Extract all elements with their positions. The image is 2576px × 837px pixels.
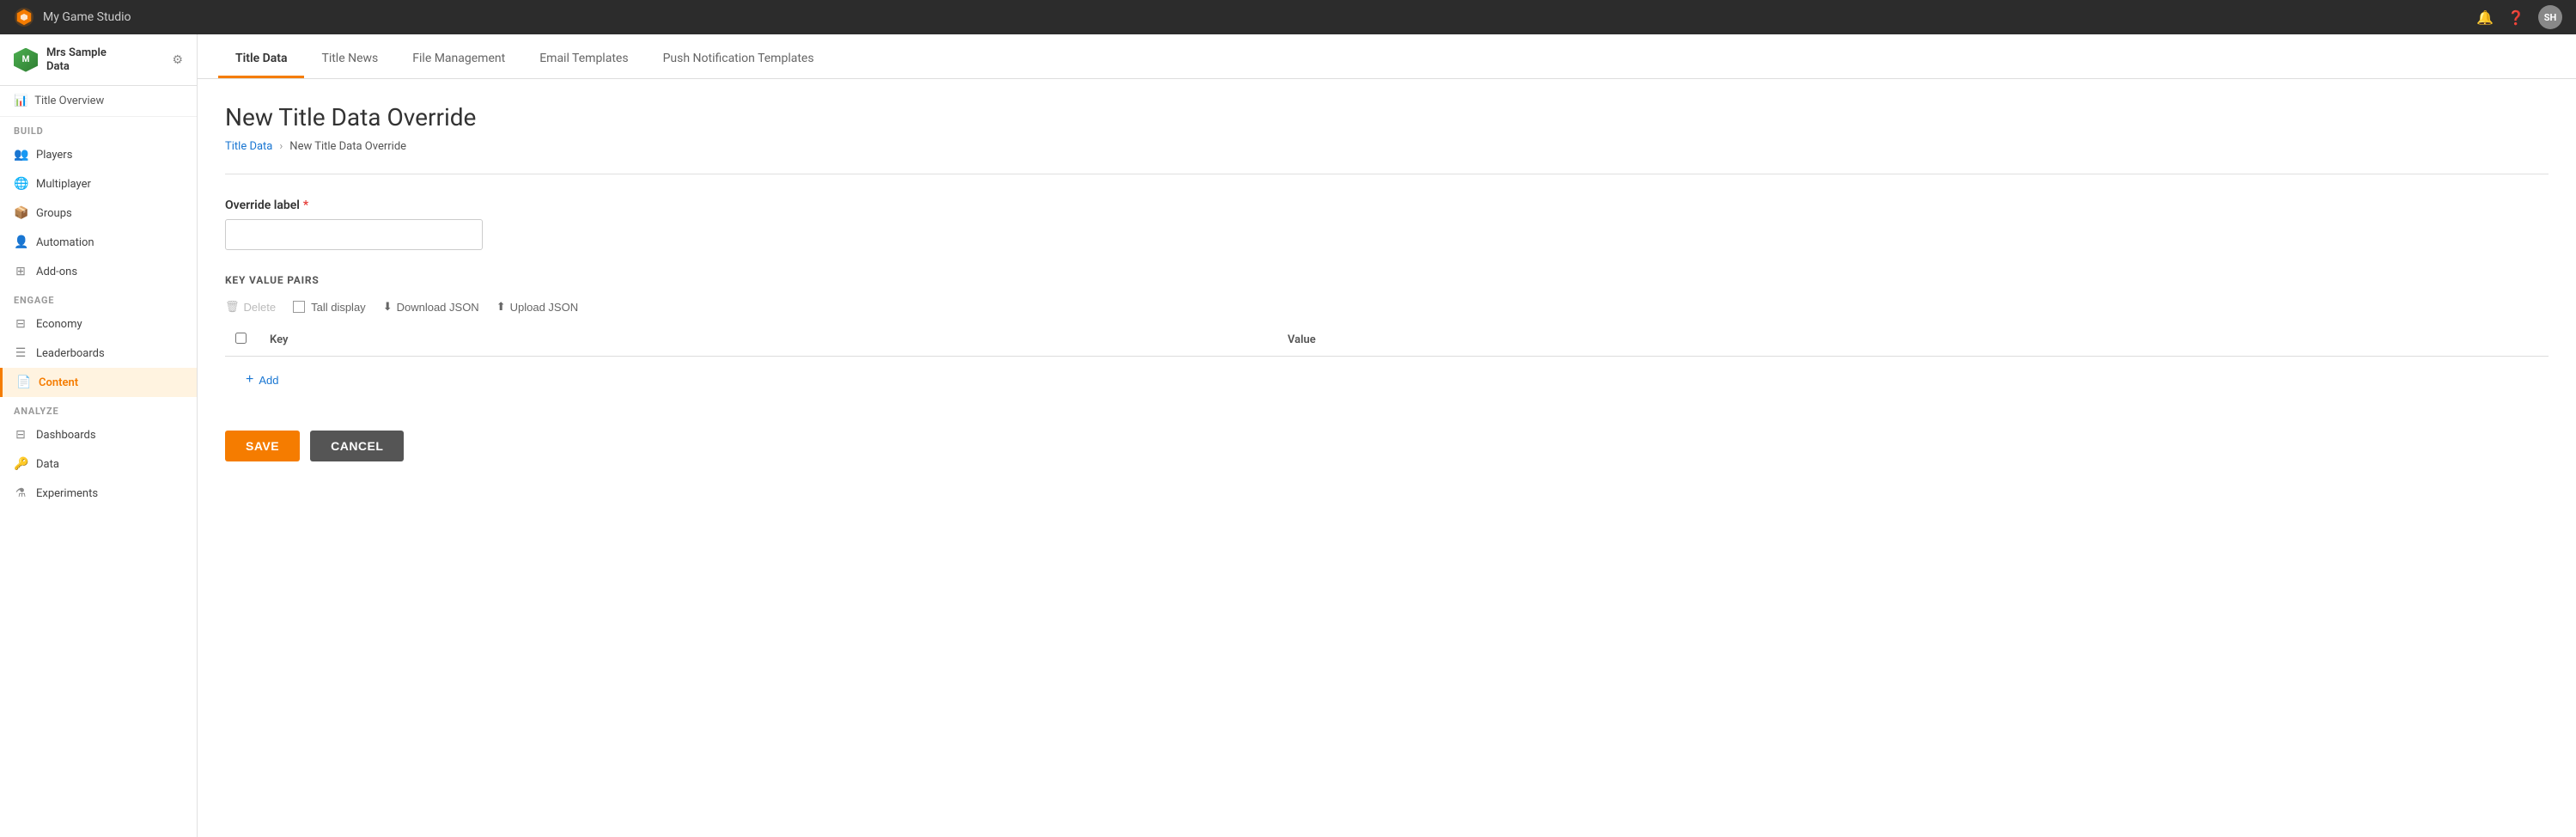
sidebar-settings-icon[interactable]: ⚙ xyxy=(172,53,183,67)
main-content: Title Data Title News File Management Em… xyxy=(198,34,2576,837)
breadcrumb: Title Data › New Title Data Override xyxy=(225,140,2549,153)
sidebar: M Mrs Sample Data ⚙ 📊 Title Overview BUI… xyxy=(0,34,198,837)
sidebar-item-multiplayer[interactable]: 🌐 Multiplayer xyxy=(0,169,197,199)
leaderboards-icon: ☰ xyxy=(14,346,27,360)
breadcrumb-separator: › xyxy=(279,140,283,153)
tab-file-management[interactable]: File Management xyxy=(395,40,522,78)
kv-select-all-checkbox[interactable] xyxy=(235,333,247,344)
sidebar-item-data[interactable]: 🔑 Data xyxy=(0,449,197,479)
cancel-button[interactable]: CANCEL xyxy=(310,431,404,461)
app-title: My Game Studio xyxy=(43,10,131,24)
top-bar: My Game Studio 🔔 ❓ SH xyxy=(0,0,2576,34)
players-icon: 👥 xyxy=(14,148,27,162)
override-label-label: Override label * xyxy=(225,199,2549,212)
sidebar-item-dashboards[interactable]: ⊟ Dashboards xyxy=(0,420,197,449)
sidebar-section-engage: ENGAGE xyxy=(0,286,197,309)
kv-table: Key Value + Add xyxy=(225,324,2549,403)
sidebar-section-build: BUILD xyxy=(0,117,197,140)
sidebar-item-experiments[interactable]: ⚗ Experiments xyxy=(0,479,197,508)
delete-icon: 🗑 xyxy=(225,300,240,314)
kv-col-value: Value xyxy=(1277,324,2549,357)
breadcrumb-parent-link[interactable]: Title Data xyxy=(225,140,272,153)
tab-email-templates[interactable]: Email Templates xyxy=(522,40,645,78)
download-icon: ⬇ xyxy=(383,300,393,314)
addons-icon: ⊞ xyxy=(14,265,27,278)
kv-toolbar: 🗑 Delete Tall display ⬇ Download JSON ⬆ … xyxy=(225,296,2549,317)
delete-button[interactable]: 🗑 Delete xyxy=(225,296,276,317)
sidebar-item-content[interactable]: 📄 Content xyxy=(0,368,197,397)
main-layout: M Mrs Sample Data ⚙ 📊 Title Overview BUI… xyxy=(0,34,2576,837)
sidebar-item-automation[interactable]: 👤 Automation xyxy=(0,228,197,257)
sidebar-brand-name: Mrs Sample Data xyxy=(46,46,107,73)
page-content: New Title Data Override Title Data › New… xyxy=(198,79,2576,837)
tab-push-notification-templates[interactable]: Push Notification Templates xyxy=(646,40,831,78)
kv-col-key: Key xyxy=(259,324,1277,357)
economy-icon: ⊟ xyxy=(14,317,27,331)
kv-section-title: KEY VALUE PAIRS xyxy=(225,274,2549,286)
sidebar-item-groups[interactable]: 📦 Groups xyxy=(0,199,197,228)
multiplayer-icon: 🌐 xyxy=(14,177,27,191)
add-icon: + xyxy=(246,372,253,388)
chart-icon: 📊 xyxy=(14,95,27,107)
page-title: New Title Data Override xyxy=(225,103,2549,131)
upload-json-button[interactable]: ⬆ Upload JSON xyxy=(496,296,578,317)
notification-icon[interactable]: 🔔 xyxy=(2476,9,2494,26)
kv-table-header: Key Value xyxy=(225,324,2549,357)
experiments-icon: ⚗ xyxy=(14,486,27,500)
tall-display-checkbox[interactable] xyxy=(293,301,305,313)
groups-icon: 📦 xyxy=(14,206,27,220)
add-row-button[interactable]: + Add xyxy=(235,365,289,394)
sidebar-item-economy[interactable]: ⊟ Economy xyxy=(0,309,197,339)
content-icon: 📄 xyxy=(16,376,30,389)
breadcrumb-current: New Title Data Override xyxy=(289,140,406,153)
help-icon[interactable]: ❓ xyxy=(2507,9,2524,26)
action-buttons: SAVE CANCEL xyxy=(225,431,2549,461)
required-indicator: * xyxy=(303,199,308,212)
save-button[interactable]: SAVE xyxy=(225,431,300,461)
kv-add-row-container: + Add xyxy=(225,357,2549,404)
kv-section: KEY VALUE PAIRS 🗑 Delete Tall display ⬇ … xyxy=(225,274,2549,403)
sidebar-brand: M Mrs Sample Data xyxy=(14,46,107,73)
tab-title-news[interactable]: Title News xyxy=(304,40,395,78)
top-bar-right: 🔔 ❓ SH xyxy=(2476,5,2562,29)
tab-bar: Title Data Title News File Management Em… xyxy=(198,34,2576,79)
dashboards-icon: ⊟ xyxy=(14,428,27,442)
sidebar-header: M Mrs Sample Data ⚙ xyxy=(0,34,197,86)
data-icon: 🔑 xyxy=(14,457,27,471)
app-logo-icon xyxy=(14,7,34,27)
tall-display-button[interactable]: Tall display xyxy=(293,297,366,317)
override-label-input[interactable] xyxy=(225,219,483,250)
brand-icon: M xyxy=(14,48,38,72)
user-avatar[interactable]: SH xyxy=(2538,5,2562,29)
sidebar-item-players[interactable]: 👥 Players xyxy=(0,140,197,169)
tab-title-data[interactable]: Title Data xyxy=(218,40,304,78)
upload-icon: ⬆ xyxy=(496,300,506,314)
sidebar-item-add-ons[interactable]: ⊞ Add-ons xyxy=(0,257,197,286)
override-label-field: Override label * xyxy=(225,199,2549,250)
automation-icon: 👤 xyxy=(14,235,27,249)
sidebar-item-leaderboards[interactable]: ☰ Leaderboards xyxy=(0,339,197,368)
kv-table-body: + Add xyxy=(225,357,2549,404)
kv-col-checkbox xyxy=(225,324,259,357)
kv-add-cell: + Add xyxy=(225,357,2549,404)
sidebar-section-analyze: ANALYZE xyxy=(0,397,197,420)
sidebar-item-title-overview[interactable]: 📊 Title Overview xyxy=(0,86,197,117)
top-bar-left: My Game Studio xyxy=(14,7,131,27)
download-json-button[interactable]: ⬇ Download JSON xyxy=(383,296,479,317)
